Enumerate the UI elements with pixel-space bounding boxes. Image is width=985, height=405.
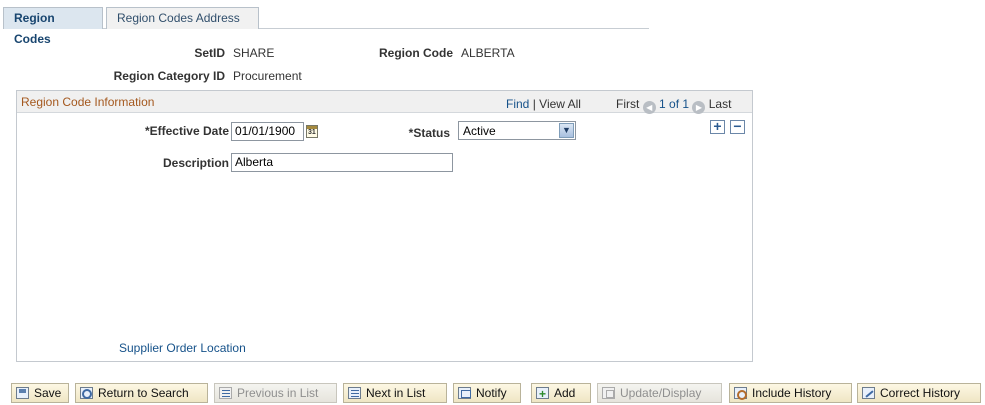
chevron-down-icon[interactable]: ▼ [559,123,574,138]
status-select[interactable]: Active ▼ [458,121,576,140]
description-input[interactable]: Alberta [231,153,453,172]
effective-date-label: *Effective Date [144,124,229,138]
group-title: Region Code Information [21,95,155,109]
view-all-link[interactable]: View All [539,97,581,111]
correct-history-button[interactable]: Correct History [857,383,981,403]
next-list-icon [348,387,361,399]
add-button[interactable]: Add [531,383,591,403]
first-label: First [616,97,640,111]
description-label: Description [162,156,229,170]
region-code-label: Region Code [379,46,453,60]
grid-nav-paging: First ◀ 1 of 1 ▶ Last [616,97,731,114]
notify-icon [458,387,471,399]
nav-separator: | [532,97,536,111]
previous-in-list-button[interactable]: Previous in List [214,383,337,403]
tab-region-codes[interactable]: Region Codes [3,7,103,46]
find-link[interactable]: Find [506,97,529,111]
previous-list-icon [219,387,232,399]
notify-button[interactable]: Notify [453,383,521,403]
grid-nav-find-viewall: Find | View All [506,97,581,111]
setid-label: SetID [194,46,225,60]
supplier-order-location-link[interactable]: Supplier Order Location [119,341,246,355]
update-display-button[interactable]: Update/Display [597,383,722,403]
update-display-icon [602,387,615,399]
save-button[interactable]: Save [11,383,69,403]
status-selected-value: Active [463,124,496,138]
include-history-button[interactable]: Include History [729,383,852,403]
region-category-label: Region Category ID [113,69,225,83]
page-indicator: 1 of 1 [659,97,690,111]
region-category-value: Procurement [233,69,302,83]
region-code-value: ALBERTA [461,46,515,60]
delete-row-button[interactable]: − [730,119,745,134]
first-arrow-icon[interactable]: ◀ [642,101,656,114]
calendar-icon[interactable] [306,125,318,138]
add-icon [536,385,549,403]
region-code-information-group: Region Code Information Find | View All … [16,90,753,362]
group-header: Region Code Information Find | View All … [17,91,752,114]
include-history-icon [734,387,747,400]
tab-region-codes-address[interactable]: Region Codes Address [106,7,259,29]
search-icon [80,387,93,399]
save-icon [16,387,29,399]
last-label: Last [708,97,732,111]
setid-value: SHARE [233,46,275,60]
tab-bar: Region Codes Region Codes Address [3,6,649,46]
correct-history-icon [862,387,875,399]
effective-date-input[interactable]: 01/01/1900 [231,122,304,141]
add-row-button[interactable]: + [710,119,725,134]
last-arrow-icon[interactable]: ▶ [692,101,706,114]
status-label: *Status [408,126,450,140]
return-to-search-button[interactable]: Return to Search [75,383,208,403]
next-in-list-button[interactable]: Next in List [343,383,447,403]
